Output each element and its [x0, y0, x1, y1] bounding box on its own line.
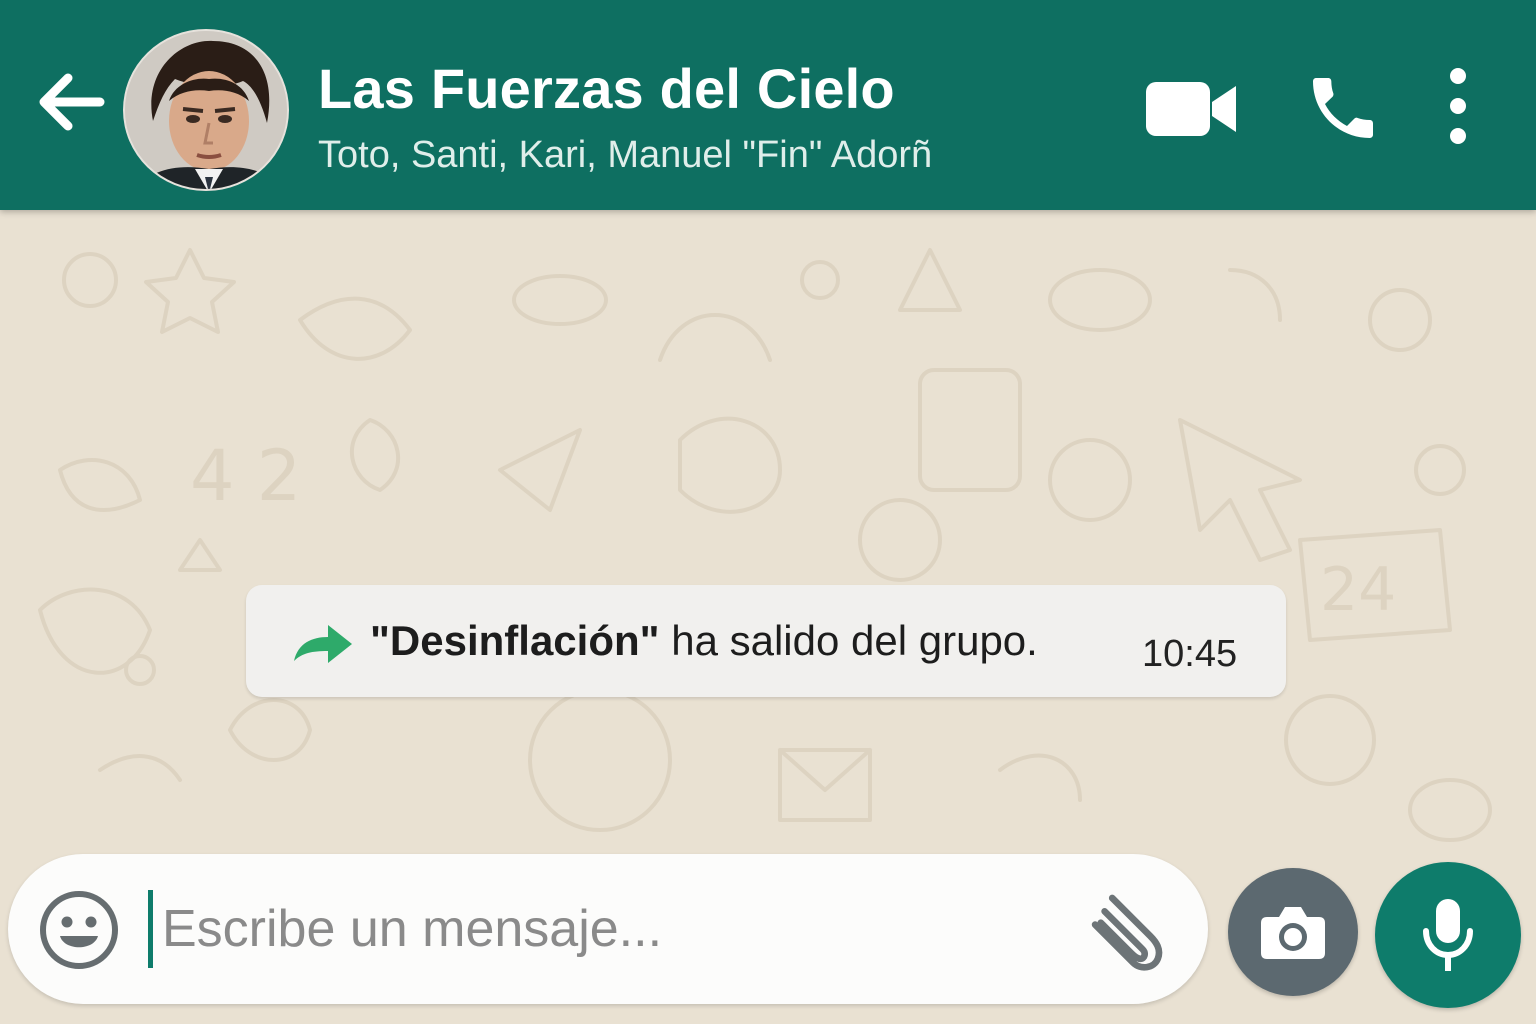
emoji-button[interactable]: [38, 889, 120, 971]
forward-arrow-icon: [294, 625, 352, 663]
system-message-bubble: "Desinflación" ha salido del grupo. 10:4…: [246, 585, 1286, 697]
text-cursor: [148, 890, 153, 968]
avatar-photo: [125, 31, 287, 189]
video-camera-icon: [1146, 82, 1236, 136]
more-options-button[interactable]: [1436, 66, 1480, 146]
svg-text:4 2: 4 2: [190, 435, 301, 517]
voice-call-button[interactable]: [1303, 68, 1383, 148]
microphone-icon: [1423, 899, 1473, 971]
system-message-text: "Desinflación" ha salido del grupo.: [370, 617, 1038, 665]
video-call-button[interactable]: [1144, 78, 1238, 140]
more-vertical-icon: [1450, 68, 1466, 144]
message-composer: [8, 854, 1208, 1004]
group-avatar[interactable]: [123, 29, 289, 191]
system-message-action: ha salido del grupo.: [659, 617, 1038, 664]
voice-message-button[interactable]: [1375, 862, 1521, 1008]
paperclip-icon: [1091, 894, 1163, 971]
left-member-name: "Desinflación": [370, 617, 660, 664]
svg-text:24: 24: [1320, 555, 1396, 625]
arrow-left-icon: [39, 73, 105, 131]
message-input[interactable]: [162, 890, 1062, 968]
attach-button[interactable]: [1082, 892, 1172, 972]
phone-icon: [1313, 78, 1373, 138]
message-timestamp: 10:45: [1142, 633, 1238, 675]
camera-icon: [1261, 907, 1325, 959]
smiley-icon: [40, 891, 118, 969]
chat-title[interactable]: Las Fuerzas del Cielo: [318, 56, 895, 121]
group-members[interactable]: Toto, Santi, Kari, Manuel "Fin" Adorñ: [318, 134, 932, 177]
back-button[interactable]: [30, 62, 110, 142]
chat-header: Las Fuerzas del Cielo Toto, Santi, Kari,…: [0, 0, 1536, 210]
camera-button[interactable]: [1228, 868, 1358, 996]
